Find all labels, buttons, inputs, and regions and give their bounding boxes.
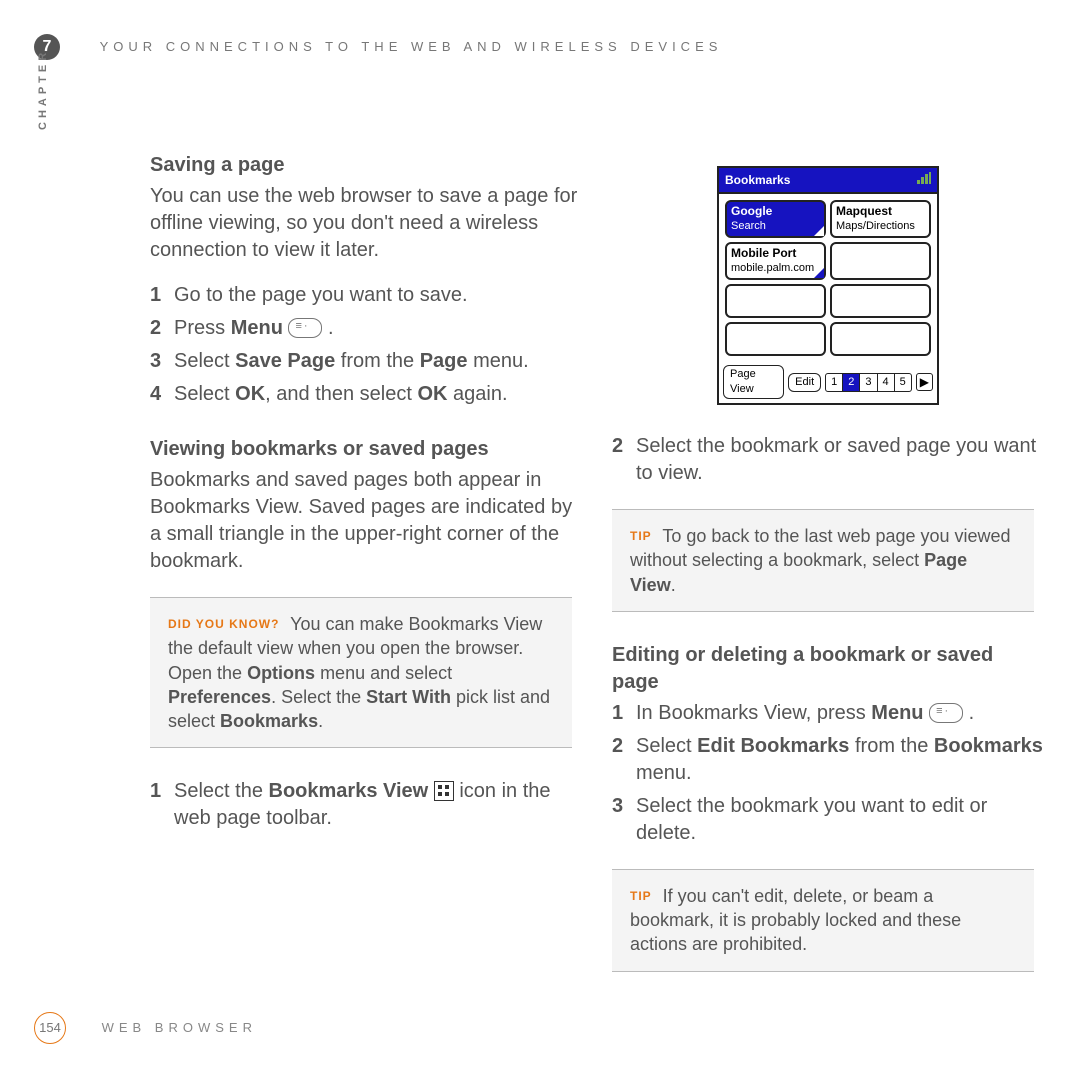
step-number: 2 <box>612 433 636 487</box>
palm-pageview-button: Page View <box>723 365 784 399</box>
steps-editing: 1 In Bookmarks View, press Menu . 2 Sele… <box>612 700 1044 847</box>
step-number: 1 <box>612 700 636 727</box>
header-title: YOUR CONNECTIONS TO THE WEB AND WIRELESS… <box>100 38 723 56</box>
chapter-side-label: CHAPTER <box>36 60 51 130</box>
palm-pager: 12345 <box>825 373 912 392</box>
callout-tip-2: TIP If you can't edit, delete, or beam a… <box>612 869 1034 972</box>
bookmark-cell-mobile: Mobile Portmobile.palm.com <box>725 242 826 280</box>
step-text: Select OK, and then select OK again. <box>174 381 582 408</box>
para-saving: You can use the web browser to save a pa… <box>150 183 582 264</box>
callout-did-you-know: DID YOU KNOW? You can make Bookmarks Vie… <box>150 597 572 748</box>
step-number: 1 <box>150 282 174 309</box>
step-text: Select Edit Bookmarks from the Bookmarks… <box>636 733 1044 787</box>
menu-key-icon <box>929 703 963 723</box>
callout-tag: TIP <box>630 529 652 543</box>
bookmark-cell-empty <box>830 242 931 280</box>
step-text: Select the Bookmarks View icon in the we… <box>174 778 582 832</box>
heading-viewing: Viewing bookmarks or saved pages <box>150 436 582 463</box>
para-viewing: Bookmarks and saved pages both appear in… <box>150 467 582 575</box>
saved-indicator-icon <box>814 226 824 236</box>
step-text: Select Save Page from the Page menu. <box>174 348 582 375</box>
step-number: 2 <box>612 733 636 787</box>
palm-next-arrow-icon: ▶ <box>916 373 933 391</box>
step-text: Select the bookmark you want to edit or … <box>636 793 1044 847</box>
callout-tag: DID YOU KNOW? <box>168 617 279 631</box>
bookmark-cell-empty <box>725 322 826 356</box>
bookmarks-view-icon <box>434 781 454 801</box>
step-text: Go to the page you want to save. <box>174 282 582 309</box>
menu-key-icon <box>288 318 322 338</box>
bookmark-cell-google: GoogleSearch <box>725 200 826 238</box>
step-number: 1 <box>150 778 174 832</box>
bookmark-cell-mapquest: MapquestMaps/Directions <box>830 200 931 238</box>
callout-tag: TIP <box>630 889 652 903</box>
heading-saving: Saving a page <box>150 152 582 179</box>
saved-indicator-icon <box>814 268 824 278</box>
step-number: 4 <box>150 381 174 408</box>
right-column: Bookmarks GoogleSearch MapquestMaps/Dire… <box>612 152 1044 1002</box>
callout-tip-1: TIP To go back to the last web page you … <box>612 509 1034 612</box>
signal-icon <box>917 172 931 184</box>
steps-bookmarks-view: 1 Select the Bookmarks View icon in the … <box>150 778 582 832</box>
bookmark-cell-empty <box>830 322 931 356</box>
steps-saving: 1 Go to the page you want to save. 2 Pre… <box>150 282 582 408</box>
step-number: 3 <box>150 348 174 375</box>
bookmark-cell-empty <box>830 284 931 318</box>
step-text: Select the bookmark or saved page you wa… <box>636 433 1044 487</box>
page-number-badge: 154 <box>34 1012 66 1044</box>
step-text: Press Menu . <box>174 315 582 342</box>
bookmark-cell-empty <box>725 284 826 318</box>
footer-title: WEB BROWSER <box>102 1019 257 1037</box>
palm-titlebar: Bookmarks <box>725 172 790 188</box>
step-text: In Bookmarks View, press Menu . <box>636 700 1044 727</box>
step-number: 2 <box>150 315 174 342</box>
left-column: Saving a page You can use the web browse… <box>150 152 582 1002</box>
palm-edit-button: Edit <box>788 373 821 392</box>
step-number: 3 <box>612 793 636 847</box>
steps-right-continue: 2 Select the bookmark or saved page you … <box>612 433 1044 487</box>
palm-screenshot: Bookmarks GoogleSearch MapquestMaps/Dire… <box>717 166 939 405</box>
heading-editing: Editing or deleting a bookmark or saved … <box>612 642 1044 696</box>
